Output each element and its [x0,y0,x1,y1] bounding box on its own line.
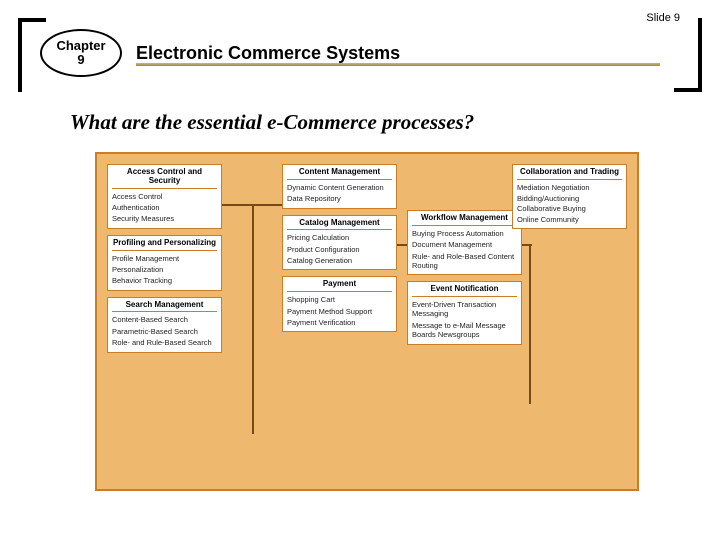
block-collab: Collaboration and Trading Mediation Negot… [512,164,627,229]
block-item: Parametric-Based Search [112,326,217,337]
bracket-bottom-right [674,18,702,92]
block-heading: Search Management [112,301,217,313]
chapter-number: 9 [77,53,84,67]
connector [252,204,254,434]
block-heading: Workflow Management [412,214,517,226]
block-heading: Catalog Management [287,219,392,231]
block-item: Dynamic Content Generation [287,182,392,193]
block-heading: Collaboration and Trading [517,168,622,180]
block-item: Payment Verification [287,317,392,328]
block-item: Security Measures [112,213,217,224]
block-item: Profile Management [112,253,217,264]
block-item: Product Configuration [287,244,392,255]
chapter-label: Chapter [56,39,105,53]
block-item: Mediation Negotiation [517,182,622,193]
column-1: Access Control and Security Access Contro… [107,164,222,479]
block-item: Personalization [112,264,217,275]
chapter-badge: Chapter 9 [40,29,122,77]
block-item: Buying Process Automation [412,228,517,239]
block-item: Message to e-Mail Message Boards Newsgro… [412,320,517,341]
block-workflow: Workflow Management Buying Process Automa… [407,210,522,275]
block-item: Online Community [517,214,622,225]
block-access: Access Control and Security Access Contro… [107,164,222,229]
block-item: Pricing Calculation [287,232,392,243]
block-heading: Event Notification [412,285,517,297]
block-event: Event Notification Event-Driven Transacti… [407,281,522,344]
block-item: Rule- and Role-Based Content Routing [412,251,517,272]
question-heading: What are the essential e-Commerce proces… [70,110,680,135]
block-catalog: Catalog ManagementPricing CalculationPro… [282,215,397,271]
block-item: Payment Method Support [287,306,392,317]
block-item: Data Repository [287,193,392,204]
block-heading: Content Management [287,168,392,180]
title-wrap: Electronic Commerce Systems [136,36,660,70]
connector [397,244,407,246]
block-item: Event-Driven Transaction Messaging [412,299,517,320]
block-item: Catalog Generation [287,255,392,266]
block-heading: Profiling and Personalizing [112,239,217,251]
diagram: Access Control and Security Access Contro… [95,152,639,491]
block-item: Role- and Rule-Based Search [112,337,217,348]
column-4: Collaboration and Trading Mediation Negot… [512,164,627,479]
block-item: Behavior Tracking [112,275,217,286]
block-item: Content-Based Search [112,314,217,325]
block-payment: Payment Shopping CartPayment Method Suppo… [282,276,397,332]
column-2: Content Management Dynamic Content Genera… [282,164,397,479]
slide-title: Electronic Commerce Systems [136,43,400,64]
block-item: Bidding/Auctioning Collaborative Buying [517,193,622,214]
block-content: Content Management Dynamic Content Genera… [282,164,397,209]
block-heading: Payment [287,280,392,292]
block-item: Document Management [412,239,517,250]
column-3: Workflow Management Buying Process Automa… [407,210,522,479]
block-item: Access Control [112,191,217,202]
slide: Slide 9 Chapter 9 Electronic Commerce Sy… [0,0,720,540]
block-heading: Access Control and Security [112,168,217,189]
block-search: Search ManagementContent-Based SearchPar… [107,297,222,353]
block-item: Shopping Cart [287,294,392,305]
block-profiling: Profiling and Personalizing Profile Manag… [107,235,222,291]
block-item: Authentication [112,202,217,213]
header: Chapter 9 Electronic Commerce Systems [40,28,660,78]
